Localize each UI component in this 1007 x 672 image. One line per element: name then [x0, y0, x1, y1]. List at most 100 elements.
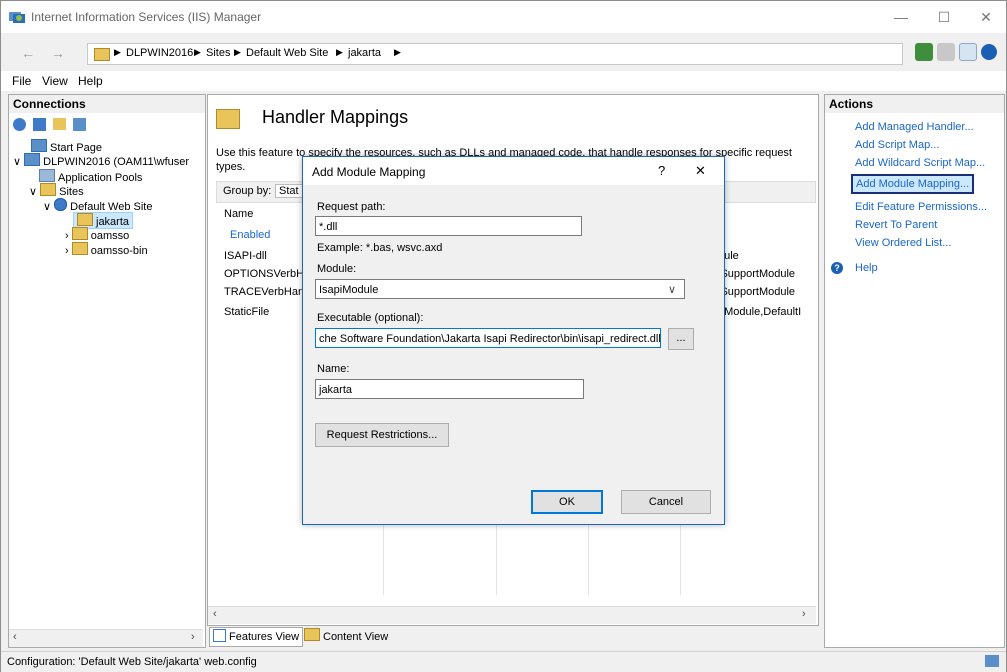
tab-content-view[interactable]: Content View: [304, 628, 388, 646]
folder-icon: [71, 227, 88, 240]
breadcrumb-item[interactable]: Default Web Site: [246, 47, 328, 59]
connect-icon[interactable]: [13, 118, 26, 131]
module-select-value: IsapiModule: [319, 284, 379, 296]
action-revert-to-parent[interactable]: Revert To Parent: [855, 219, 937, 231]
tab-features-view[interactable]: Features View: [209, 627, 304, 647]
dialog-close-icon[interactable]: ✕: [695, 163, 706, 179]
executable-label: Executable (optional):: [317, 312, 424, 324]
action-view-ordered-list[interactable]: View Ordered List...: [855, 237, 951, 249]
title-bar: Internet Information Services (IIS) Mana…: [1, 1, 1006, 33]
stop-icon[interactable]: [937, 43, 955, 61]
table-row[interactable]: OPTIONSVerbHa: [224, 268, 310, 280]
chevron-right-icon: ▶: [234, 47, 241, 57]
scroll-right-icon[interactable]: ›: [191, 631, 195, 643]
request-path-label: Request path:: [317, 201, 386, 213]
action-edit-feature-permissions[interactable]: Edit Feature Permissions...: [855, 201, 987, 213]
scroll-left-icon[interactable]: ‹: [13, 631, 17, 643]
chevron-down-icon[interactable]: ∨: [13, 156, 21, 168]
folder-icon: [77, 213, 93, 226]
table-cell-handler: lSupportModule: [718, 268, 796, 280]
features-view-icon: [213, 629, 226, 642]
chevron-right-icon[interactable]: ›: [65, 230, 69, 242]
folder-icon: [94, 48, 110, 61]
table-cell-handler: lSupportModule: [718, 286, 796, 298]
tree-item-default-web-site[interactable]: ∨ Default Web Site: [43, 198, 152, 213]
maximize-icon[interactable]: ☐: [924, 1, 964, 33]
executable-input[interactable]: che Software Foundation\Jakarta Isapi Re…: [315, 328, 661, 348]
connections-pane: Connections Start Page ∨ DLPWIN2016 (OAM…: [8, 94, 206, 648]
chevron-right-icon: ▶: [114, 47, 121, 57]
actions-header: Actions: [825, 95, 1004, 113]
browse-button[interactable]: ...: [668, 328, 694, 350]
tree-item-sites[interactable]: ∨ Sites: [29, 183, 84, 198]
tree-item-start-page[interactable]: Start Page: [31, 139, 102, 154]
disconnect-icon[interactable]: [73, 118, 86, 131]
scroll-left-icon[interactable]: ‹: [213, 608, 217, 620]
column-divider: [588, 515, 589, 595]
request-restrictions-button[interactable]: Request Restrictions...: [315, 423, 449, 447]
breadcrumb-item[interactable]: jakarta: [348, 47, 381, 59]
table-row[interactable]: StaticFile: [224, 306, 269, 318]
action-add-managed-handler[interactable]: Add Managed Handler...: [855, 121, 974, 133]
breadcrumb-item[interactable]: DLPWIN2016: [126, 47, 193, 59]
help-icon[interactable]: [981, 44, 997, 60]
chevron-down-icon[interactable]: ∨: [29, 186, 37, 198]
up-folder-icon[interactable]: [53, 118, 66, 130]
ok-button[interactable]: OK: [531, 490, 603, 514]
save-icon[interactable]: [33, 118, 46, 131]
address-bar: ← → ▶ DLPWIN2016 ▶ Sites ▶ Default Web S…: [1, 39, 1006, 67]
tree-item-server[interactable]: ∨ DLPWIN2016 (OAM11\wfuser: [13, 153, 189, 168]
menu-help[interactable]: Help: [78, 74, 103, 88]
close-icon[interactable]: ✕: [966, 1, 1006, 33]
dialog-title: Add Module Mapping: [312, 165, 426, 179]
menu-bar: File View Help: [1, 71, 1006, 91]
action-help[interactable]: Help: [855, 262, 878, 274]
start-page-icon: [31, 139, 47, 152]
server-icon: [24, 153, 41, 166]
tree-item-oamsso[interactable]: › oamsso: [65, 227, 129, 242]
tree-item-oamsso-bin[interactable]: › oamsso-bin: [65, 242, 148, 257]
scroll-right-icon[interactable]: ›: [802, 608, 806, 620]
chevron-down-icon[interactable]: ∨: [43, 201, 51, 213]
back-arrow-icon[interactable]: ←: [21, 45, 35, 61]
action-add-script-map[interactable]: Add Script Map...: [855, 139, 939, 151]
example-text: Example: *.bas, wsvc.axd: [317, 242, 443, 254]
name-input[interactable]: jakarta: [315, 379, 584, 399]
dialog-help-icon[interactable]: ?: [658, 163, 665, 178]
column-divider: [496, 515, 497, 595]
tree-item-app-pools[interactable]: Application Pools: [39, 169, 142, 184]
help-icon: ?: [831, 262, 843, 274]
name-label: Name:: [317, 363, 350, 375]
action-add-module-mapping[interactable]: Add Module Mapping...: [851, 174, 975, 194]
home-icon[interactable]: [959, 43, 977, 61]
column-divider: [383, 515, 384, 595]
connection-status-icon: [985, 655, 999, 667]
table-row[interactable]: ISAPI-dll: [224, 250, 267, 262]
globe-icon: [54, 198, 68, 211]
chevron-down-icon[interactable]: ∨: [668, 280, 676, 298]
chevron-right-icon[interactable]: ›: [65, 245, 69, 257]
group-enabled-label: Enabled: [230, 229, 271, 241]
iis-manager-window: Internet Information Services (IIS) Mana…: [0, 0, 1007, 672]
request-path-input[interactable]: *.dll: [315, 216, 582, 236]
menu-view[interactable]: View: [42, 74, 68, 88]
cancel-button[interactable]: Cancel: [621, 490, 711, 514]
groupby-select[interactable]: Stat: [275, 184, 303, 198]
breadcrumb[interactable]: ▶ DLPWIN2016 ▶ Sites ▶ Default Web Site …: [87, 43, 903, 65]
chevron-right-icon: ▶: [336, 47, 343, 57]
menu-file[interactable]: File: [12, 74, 31, 88]
refresh-icon[interactable]: [915, 43, 933, 61]
module-select[interactable]: IsapiModule ∨: [315, 279, 685, 299]
action-add-wildcard-script-map[interactable]: Add Wildcard Script Map...: [855, 157, 985, 169]
minimize-icon[interactable]: —: [881, 1, 921, 33]
status-text: Configuration: 'Default Web Site/jakarta…: [7, 656, 257, 668]
breadcrumb-item[interactable]: Sites: [206, 47, 230, 59]
table-row[interactable]: TRACEVerbHanc: [224, 286, 310, 298]
horizontal-scrollbar[interactable]: ‹ ›: [9, 629, 203, 647]
column-header-name[interactable]: Name: [224, 208, 253, 220]
iis-app-icon: [9, 12, 25, 23]
horizontal-scrollbar[interactable]: ‹ ›: [208, 606, 816, 624]
connections-toolbar: [11, 116, 201, 134]
forward-arrow-icon[interactable]: →: [51, 45, 65, 61]
status-bar: Configuration: 'Default Web Site/jakarta…: [1, 651, 1006, 672]
